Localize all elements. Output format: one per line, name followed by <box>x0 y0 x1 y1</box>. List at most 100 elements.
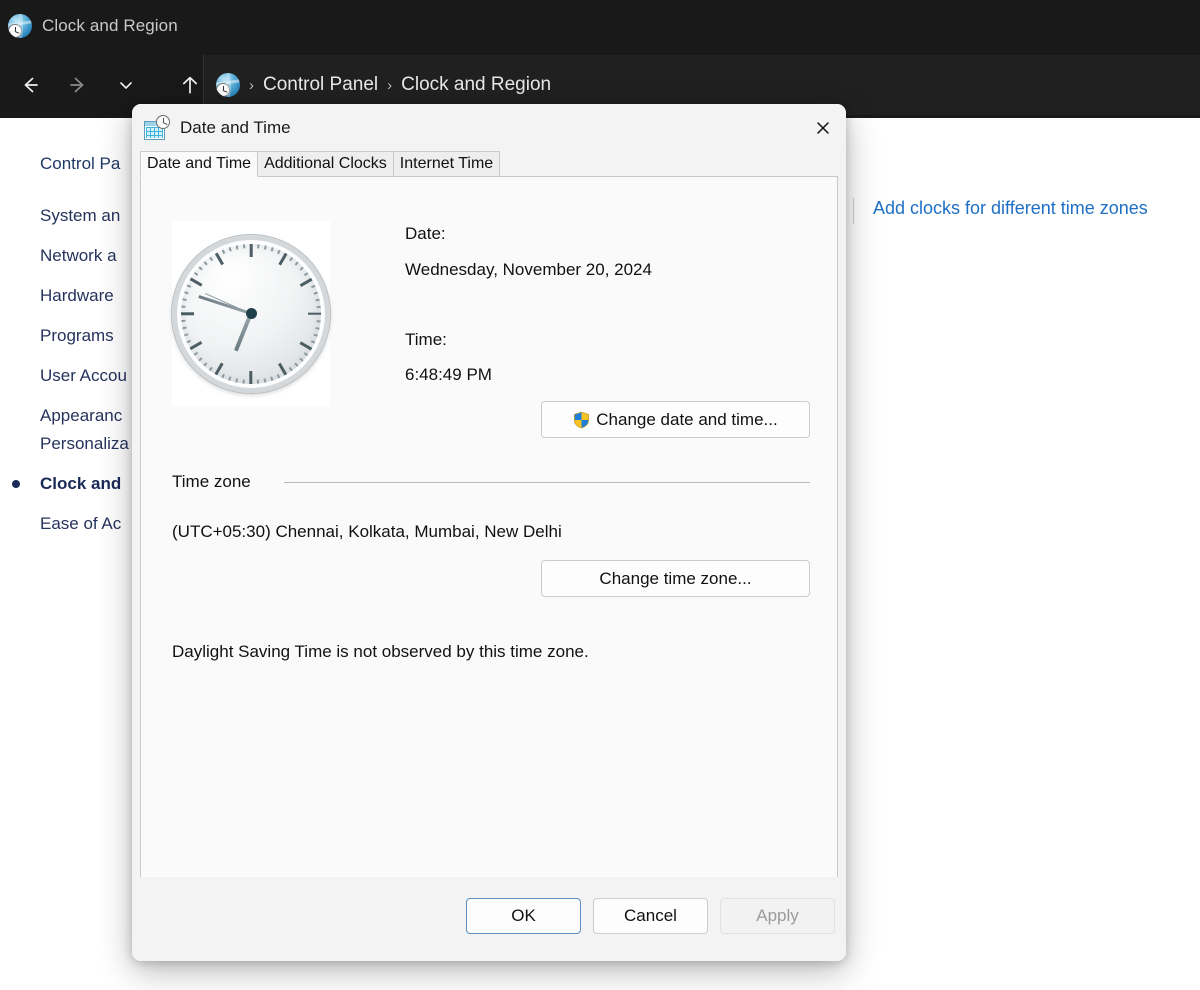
time-label: Time: <box>405 330 447 350</box>
clock-minute-tick <box>236 378 238 382</box>
change-date-and-time-button-label: Change date and time... <box>596 410 777 430</box>
change-time-zone-button[interactable]: Change time zone... <box>541 560 810 597</box>
clock-minute-tick <box>181 305 185 307</box>
uac-shield-icon <box>573 411 590 429</box>
apply-button[interactable]: Apply <box>720 898 835 934</box>
date-and-time-tab-panel: Date: Wednesday, November 20, 2024 Time:… <box>140 177 838 895</box>
clock-minute-tick <box>222 373 225 377</box>
clock-minute-tick <box>243 244 245 248</box>
clock-hour-tick <box>308 312 321 315</box>
change-time-zone-button-label: Change time zone... <box>599 569 751 589</box>
clock-minute-tick <box>209 366 213 370</box>
tab-additional-clocks[interactable]: Additional Clocks <box>257 151 394 177</box>
clock-pivot <box>246 308 257 319</box>
clock-minute-hand <box>198 295 251 315</box>
clock-minute-tick <box>209 256 213 260</box>
close-button[interactable] <box>799 104 846 151</box>
clock-minute-tick <box>184 333 188 336</box>
clock-hour-tick <box>190 341 203 350</box>
clock-minute-tick <box>311 284 315 287</box>
clock-hour-tick <box>215 362 224 375</box>
clock-hour-tick <box>278 362 287 375</box>
calendar-clock-icon <box>144 115 170 141</box>
dialog-title: Date and Time <box>180 118 291 138</box>
dialog-footer: OK Cancel Apply <box>132 877 846 961</box>
dialog-titlebar: Date and Time <box>132 104 846 151</box>
clock-hour-tick <box>300 341 313 350</box>
clock-minute-tick <box>198 266 202 270</box>
clock-minute-tick <box>317 320 321 322</box>
back-button[interactable] <box>10 65 50 105</box>
clock-minute-tick <box>194 272 198 276</box>
clock-minute-tick <box>289 256 293 260</box>
analog-clock-container <box>172 221 330 406</box>
clock-minute-tick <box>204 362 208 366</box>
clock-hour-tick <box>215 252 224 265</box>
clock-minute-tick <box>257 244 259 248</box>
daylight-saving-note: Daylight Saving Time is not observed by … <box>172 642 589 662</box>
clock-hour-tick <box>300 277 313 286</box>
tab-date-and-time[interactable]: Date and Time <box>140 151 258 177</box>
recent-locations-button[interactable] <box>106 65 146 105</box>
clock-minute-tick <box>295 261 299 265</box>
clock-minute-tick <box>181 320 185 322</box>
clock-minute-tick <box>300 266 304 270</box>
clock-minute-tick <box>222 249 225 253</box>
clock-hour-tick <box>278 252 287 265</box>
clock-minute-tick <box>304 272 308 276</box>
clock-minute-tick <box>315 326 319 328</box>
cancel-button[interactable]: Cancel <box>593 898 708 934</box>
clock-hour-tick <box>250 244 253 257</box>
clock-minute-tick <box>187 340 191 343</box>
clock-minute-tick <box>311 340 315 343</box>
clock-minute-tick <box>314 291 318 294</box>
clock-minute-tick <box>182 298 186 300</box>
time-value: 6:48:49 PM <box>405 365 492 385</box>
date-and-time-dialog: Date and Time Date and Time Additional C… <box>132 104 846 961</box>
clock-hour-tick <box>250 371 253 384</box>
chevron-down-icon <box>116 75 136 95</box>
clock-minute-tick <box>229 247 232 251</box>
up-arrow-icon <box>179 74 201 96</box>
breadcrumb-item-control-panel[interactable]: Control Panel <box>263 74 378 96</box>
clock-minute-tick <box>236 245 238 249</box>
forward-arrow-icon <box>67 74 89 96</box>
clock-minute-tick <box>271 247 274 251</box>
ok-button[interactable]: OK <box>466 898 581 934</box>
clock-globe-icon <box>8 14 32 38</box>
timezone-section-label: Time zone <box>172 472 251 492</box>
clock-minute-tick <box>264 378 266 382</box>
clock-hour-tick <box>190 277 203 286</box>
link-add-clocks-for-time-zones[interactable]: Add clocks for different time zones <box>873 198 1148 219</box>
date-label: Date: <box>405 224 446 244</box>
timezone-value: (UTC+05:30) Chennai, Kolkata, Mumbai, Ne… <box>172 522 562 542</box>
window-titlebar: Clock and Region <box>0 0 1200 52</box>
clock-minute-tick <box>187 284 191 287</box>
clock-minute-tick <box>184 291 188 294</box>
breadcrumb-separator-1: › <box>249 77 254 94</box>
clock-minute-tick <box>277 373 280 377</box>
analog-clock <box>172 235 330 393</box>
clock-minute-tick <box>271 376 274 380</box>
clock-minute-tick <box>317 305 321 307</box>
forward-button[interactable] <box>58 65 98 105</box>
clock-minute-tick <box>204 261 208 265</box>
clock-minute-tick <box>182 326 186 328</box>
dialog-tabs: Date and Time Additional Clocks Internet… <box>140 151 838 177</box>
clock-minute-tick <box>198 357 202 361</box>
breadcrumb-clock-globe-icon <box>216 73 240 97</box>
tab-internet-time[interactable]: Internet Time <box>393 151 500 177</box>
clock-minute-tick <box>300 357 304 361</box>
clock-minute-tick <box>264 245 266 249</box>
close-icon <box>815 120 831 136</box>
clock-minute-tick <box>304 352 308 356</box>
date-value: Wednesday, November 20, 2024 <box>405 260 652 280</box>
clock-minute-tick <box>257 379 259 383</box>
clock-second-hand <box>205 293 251 315</box>
clock-minute-tick <box>314 333 318 336</box>
change-date-and-time-button[interactable]: Change date and time... <box>541 401 810 438</box>
sidebar-item-clock-and-region-label: Clock and <box>40 474 121 493</box>
window-title: Clock and Region <box>42 16 178 36</box>
breadcrumb-item-clock-and-region[interactable]: Clock and Region <box>401 74 551 96</box>
clock-minute-tick <box>229 376 232 380</box>
